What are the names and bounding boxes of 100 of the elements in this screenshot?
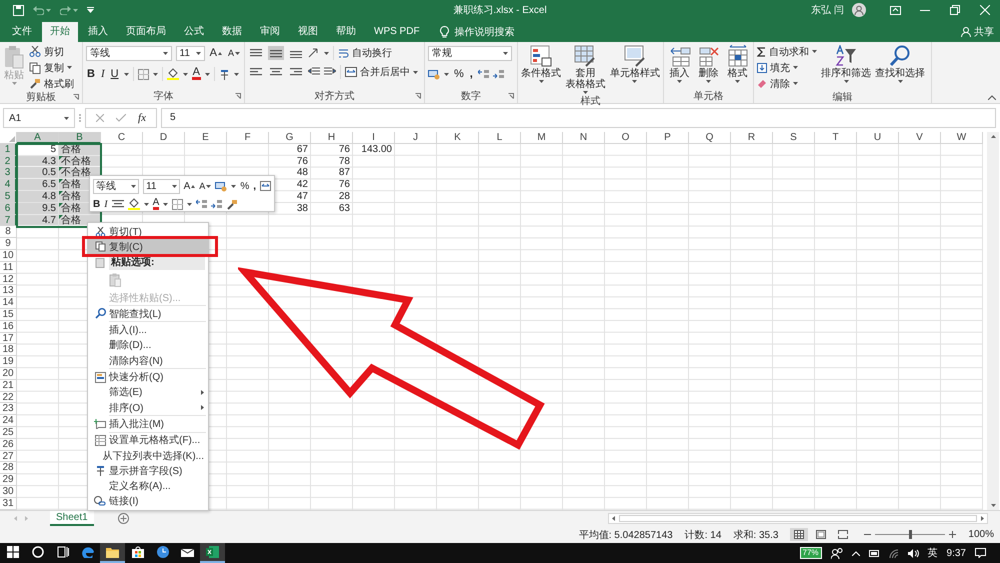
font-name-field[interactable]: 等线 bbox=[86, 46, 172, 60]
shrink-font-button[interactable]: A bbox=[199, 181, 212, 191]
column-header[interactable]: B bbox=[59, 132, 101, 144]
row-header[interactable]: 14 bbox=[0, 297, 17, 309]
insert-function-button[interactable]: fx bbox=[138, 112, 146, 124]
table-format-button[interactable]: 套用 表格格式 bbox=[565, 45, 606, 94]
column-header[interactable]: P bbox=[647, 132, 689, 144]
column-header[interactable]: A bbox=[17, 132, 59, 144]
clear-button[interactable]: 清除 bbox=[757, 77, 817, 90]
tell-me-field[interactable]: 操作说明搜索 bbox=[454, 25, 515, 39]
row-header[interactable]: 27 bbox=[0, 450, 17, 462]
underline-button[interactable]: U bbox=[110, 68, 120, 80]
row-header[interactable]: 17 bbox=[0, 332, 17, 344]
column-header[interactable]: G bbox=[269, 132, 311, 144]
font-name-field[interactable]: 等线 bbox=[93, 178, 140, 194]
find-select-button[interactable]: 查找和选择 bbox=[875, 45, 925, 90]
italic-button[interactable]: I bbox=[100, 68, 106, 80]
menu-item[interactable]: 插入(I)... bbox=[88, 322, 208, 338]
column-header[interactable]: K bbox=[437, 132, 479, 144]
menu-item[interactable]: 插入批注(M) bbox=[88, 416, 208, 432]
column-header[interactable]: U bbox=[857, 132, 899, 144]
ribbon-tab[interactable]: 数据 bbox=[214, 22, 250, 42]
column-header[interactable]: S bbox=[773, 132, 815, 144]
row-header[interactable]: 11 bbox=[0, 262, 17, 274]
comma-button[interactable]: , bbox=[468, 68, 474, 80]
cut-button[interactable]: 剪切 bbox=[29, 45, 74, 58]
column-header[interactable]: T bbox=[815, 132, 857, 144]
column-header[interactable]: R bbox=[731, 132, 773, 144]
row-header[interactable]: 22 bbox=[0, 392, 17, 404]
row-header[interactable]: 10 bbox=[0, 250, 17, 262]
row-header[interactable]: 28 bbox=[0, 462, 17, 474]
column-header[interactable]: W bbox=[941, 132, 983, 144]
font-color-button[interactable]: A bbox=[152, 198, 160, 210]
menu-item[interactable]: 复制(C) bbox=[88, 239, 208, 255]
share-button[interactable]: 共享 bbox=[961, 22, 994, 42]
column-header[interactable]: D bbox=[143, 132, 185, 144]
row-header[interactable]: 30 bbox=[0, 486, 17, 498]
menu-item[interactable]: 清除内容(N) bbox=[88, 353, 208, 368]
column-header[interactable]: H bbox=[311, 132, 353, 144]
ribbon-tab[interactable]: 审阅 bbox=[252, 22, 288, 42]
column-header[interactable]: Q bbox=[689, 132, 731, 144]
row-header[interactable]: 12 bbox=[0, 274, 17, 286]
row-header[interactable]: 29 bbox=[0, 474, 17, 486]
copy-button[interactable]: 复制 bbox=[29, 61, 74, 74]
row-header[interactable]: 16 bbox=[0, 320, 17, 333]
grow-font-button[interactable]: A bbox=[208, 46, 223, 60]
percent-button[interactable]: % bbox=[240, 180, 250, 192]
row-header[interactable]: 25 bbox=[0, 426, 17, 439]
column-header[interactable]: I bbox=[353, 132, 395, 144]
menu-item[interactable]: 链接(I) bbox=[88, 494, 208, 510]
wrap-text-button[interactable]: 自动换行 bbox=[338, 46, 392, 60]
ribbon-tab[interactable]: WPS PDF bbox=[366, 22, 428, 42]
row-header[interactable]: 9 bbox=[0, 238, 17, 250]
menu-item[interactable]: 定义名称(A)... bbox=[88, 478, 208, 494]
row-header[interactable]: 13 bbox=[0, 285, 17, 298]
menu-item[interactable]: 筛选(E) bbox=[88, 384, 208, 400]
ribbon-tab[interactable]: 公式 bbox=[176, 22, 212, 42]
italic-button[interactable]: I bbox=[104, 198, 108, 210]
merge-center-button[interactable]: 合并后居中 bbox=[345, 66, 418, 78]
row-header[interactable]: 3 bbox=[0, 167, 17, 180]
row-header[interactable]: 23 bbox=[0, 403, 17, 416]
column-header[interactable]: L bbox=[479, 132, 521, 144]
percent-button[interactable]: % bbox=[453, 68, 465, 80]
row-header[interactable]: 21 bbox=[0, 380, 17, 392]
row-header[interactable]: 15 bbox=[0, 308, 17, 321]
bold-button[interactable]: B bbox=[86, 68, 96, 80]
row-header[interactable]: 26 bbox=[0, 438, 17, 451]
column-header[interactable]: C bbox=[101, 132, 143, 144]
ribbon-tab[interactable]: 视图 bbox=[290, 22, 326, 42]
font-color-button[interactable]: A bbox=[192, 68, 201, 80]
column-header[interactable]: N bbox=[563, 132, 605, 144]
ribbon-tab[interactable]: 插入 bbox=[80, 22, 116, 42]
menu-item[interactable]: 排序(O) bbox=[88, 400, 208, 416]
sort-filter-button[interactable]: 排序和筛选 bbox=[821, 45, 871, 90]
column-header[interactable]: M bbox=[521, 132, 563, 144]
font-size-field[interactable]: 11 bbox=[143, 178, 180, 194]
cell-style-button[interactable]: 单元格样式 bbox=[610, 45, 660, 94]
format-button[interactable]: 格式 bbox=[726, 45, 748, 89]
autosum-button[interactable]: 自动求和 bbox=[757, 45, 817, 58]
row-header[interactable]: 19 bbox=[0, 356, 17, 368]
column-header[interactable]: O bbox=[605, 132, 647, 144]
formula-field[interactable]: 5 bbox=[161, 108, 996, 128]
row-header[interactable]: 4 bbox=[0, 179, 17, 191]
clock[interactable]: 9:37 bbox=[946, 548, 966, 558]
ribbon-tab[interactable]: 页面布局 bbox=[118, 22, 174, 42]
menu-item[interactable]: 删除(D)... bbox=[88, 338, 208, 354]
menu-item[interactable]: 快速分析(Q) bbox=[88, 369, 208, 385]
menu-item[interactable]: 显示拼音字段(S) bbox=[88, 463, 208, 478]
grow-font-button[interactable]: A bbox=[184, 180, 196, 192]
name-box[interactable]: A1 bbox=[3, 108, 75, 128]
column-header[interactable]: J bbox=[395, 132, 437, 144]
row-header[interactable]: 31 bbox=[0, 498, 17, 510]
shrink-font-button[interactable]: A bbox=[226, 46, 241, 60]
delete-button[interactable]: 删除 bbox=[698, 45, 720, 89]
column-header[interactable]: V bbox=[899, 132, 941, 144]
font-size-field[interactable]: 11 bbox=[176, 46, 205, 60]
zoom-level[interactable]: 100% bbox=[968, 529, 994, 540]
ribbon-tab[interactable]: 开始 bbox=[42, 22, 78, 42]
input-method[interactable]: 英 bbox=[928, 546, 938, 560]
row-header[interactable]: 20 bbox=[0, 368, 17, 380]
